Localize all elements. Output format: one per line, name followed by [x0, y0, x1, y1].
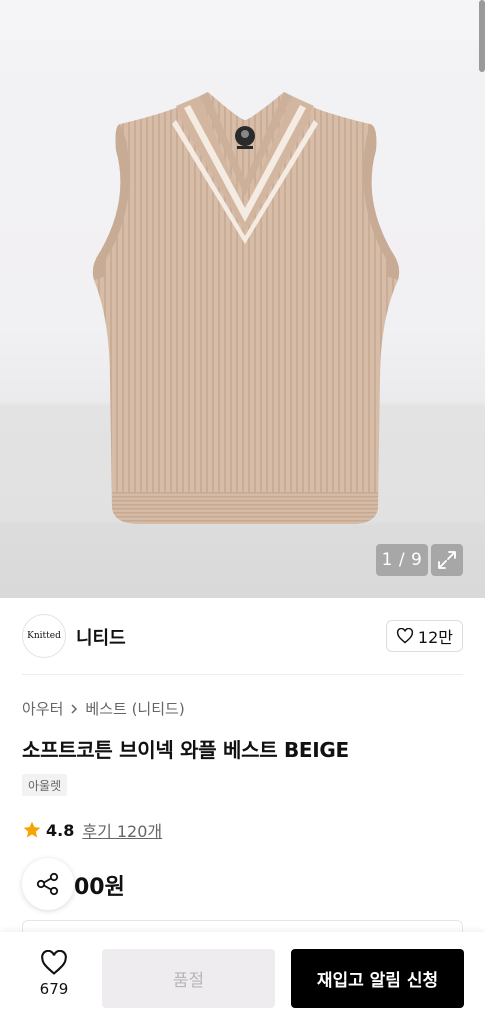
bottom-action-bar: 679 품절 재입고 알림 신청: [0, 932, 485, 1024]
brand-like-button[interactable]: 12만: [385, 620, 463, 652]
soldout-button: 품절: [102, 949, 275, 1008]
brand-name[interactable]: 니티드: [76, 624, 126, 650]
image-counter: 1 / 9: [376, 544, 428, 576]
expand-button[interactable]: [431, 544, 463, 576]
share-button[interactable]: [22, 858, 74, 910]
brand-logo-text: Knitted: [27, 631, 61, 641]
wish-button[interactable]: 679: [24, 950, 84, 998]
image-background: [0, 0, 485, 40]
wish-count: 679: [39, 980, 69, 998]
product-title: 소프트코튼 브이넥 와플 베스트 BEIGE: [22, 738, 349, 762]
product-image-gallery[interactable]: 1 / 9: [0, 0, 485, 598]
divider: [22, 674, 463, 675]
price: 00원: [74, 875, 125, 900]
restock-alert-button[interactable]: 재입고 알림 신청: [291, 949, 464, 1008]
product-image-vest: [92, 92, 400, 524]
share-icon: [36, 872, 59, 896]
breadcrumb-subcategory[interactable]: 베스트 (니티드): [85, 698, 184, 719]
brand-like-count: 12만: [417, 628, 453, 647]
heart-icon: [396, 628, 413, 644]
rating: 4.8 후기 120개: [22, 818, 162, 842]
chevron-right-icon: [71, 703, 78, 714]
heart-icon: [41, 950, 67, 975]
scroll-indicator[interactable]: [479, 0, 485, 72]
breadcrumb-category[interactable]: 아우터: [22, 698, 63, 719]
breadcrumb: 아우터 베스트 (니티드): [22, 698, 185, 719]
outlet-tag: 아울렛: [22, 774, 68, 796]
expand-arrows-icon: [438, 551, 456, 569]
brand-row: Knitted 니티드 12만: [22, 614, 463, 658]
rating-score: 4.8: [46, 820, 75, 840]
star-icon: [23, 821, 41, 838]
brand-logo[interactable]: Knitted: [22, 614, 66, 658]
review-link[interactable]: 후기 120개: [82, 818, 162, 842]
